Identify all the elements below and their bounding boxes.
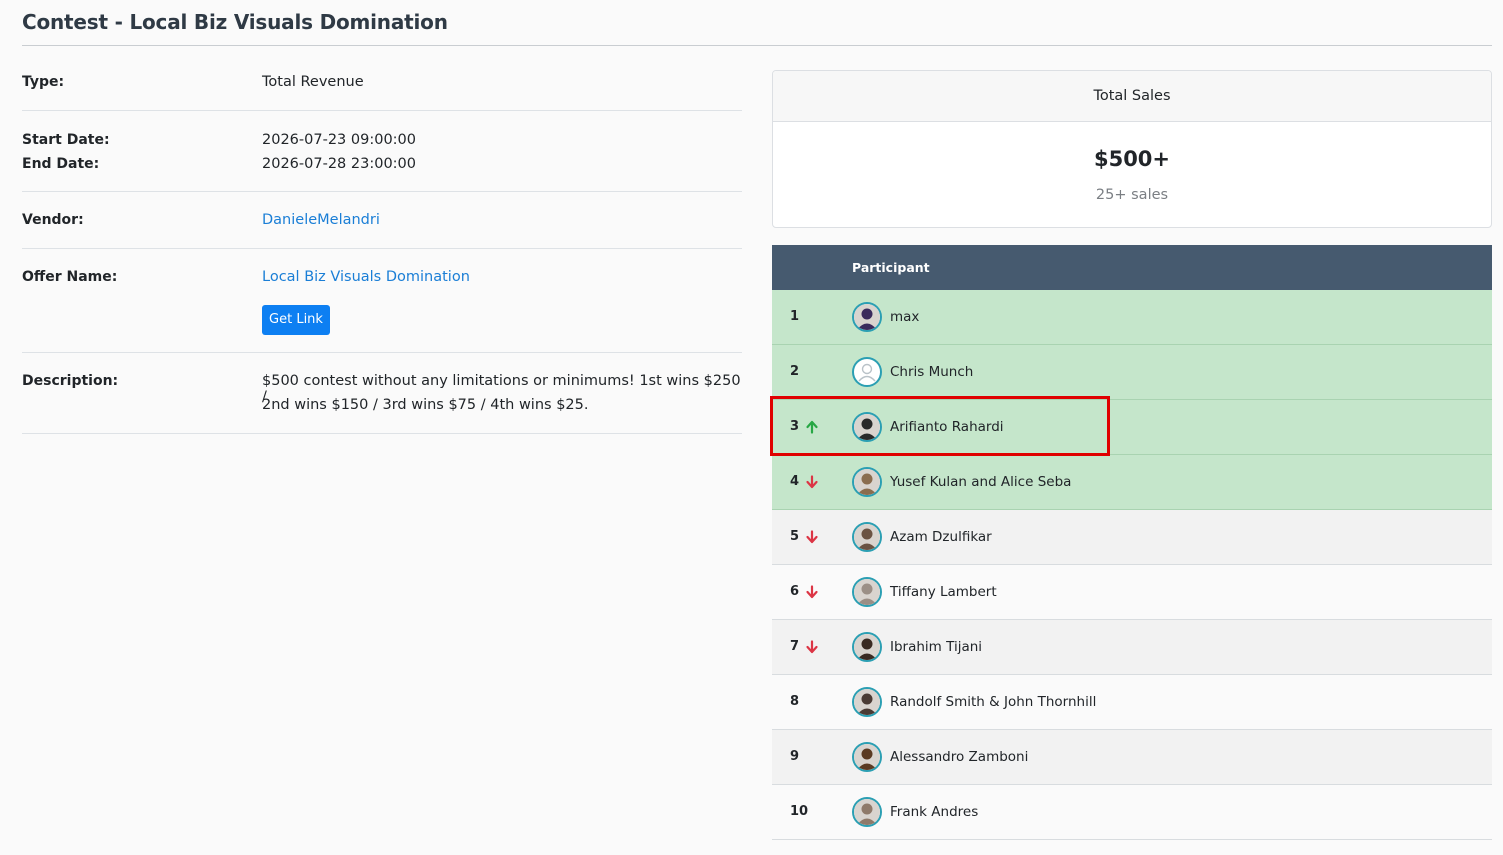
leaderboard-table: Participant 1 max 2 Chris Munch 3 Arifianto R… — [772, 245, 1492, 840]
leaderboard-header: Participant — [772, 245, 1492, 290]
vendor-label: Vendor: — [22, 212, 84, 228]
table-row: 5 Azam Dzulfikar — [772, 510, 1492, 565]
arrow-down-icon — [806, 475, 818, 489]
type-label: Type: — [22, 74, 65, 90]
participant-name: Azam Dzulfikar — [890, 529, 992, 545]
table-row: 4 Yusef Kulan and Alice Seba — [772, 455, 1492, 510]
total-sales-header: Total Sales — [773, 71, 1491, 122]
participant-name: Tiffany Lambert — [890, 584, 997, 600]
participant-name: Frank Andres — [890, 804, 979, 820]
rank-number: 2 — [790, 364, 800, 379]
detail-row-vendor: Vendor: DanieleMelandri — [22, 192, 742, 249]
rank-number: 1 — [790, 309, 800, 324]
avatar — [852, 467, 882, 497]
contest-details: Type: Total Revenue Start Date: 2026-07-… — [22, 56, 742, 434]
rank-number: 10 — [790, 804, 809, 819]
description-line-2: 2nd wins $150 / 3rd wins $75 / 4th wins … — [262, 397, 589, 413]
table-row: 9 Alessandro Zamboni — [772, 730, 1492, 785]
rank-number: 4 — [790, 474, 800, 489]
table-row: 3 Arifianto Rahardi — [772, 400, 1492, 455]
total-sales-count: 25+ sales — [1095, 187, 1169, 203]
participant-name: Alessandro Zamboni — [890, 749, 1029, 765]
total-sales-card: Total Sales $500+ 25+ sales — [772, 70, 1492, 228]
end-date-label: End Date: — [22, 156, 100, 172]
arrow-down-icon — [806, 530, 818, 544]
detail-row-offer: Offer Name: Local Biz Visuals Domination… — [22, 249, 742, 353]
participant-name: Randolf Smith & John Thornhill — [890, 694, 1097, 710]
offer-name-link[interactable]: Local Biz Visuals Domination — [262, 269, 470, 285]
vendor-link[interactable]: DanieleMelandri — [262, 212, 380, 228]
participant-name: max — [890, 309, 920, 325]
page-title: Contest - Local Biz Visuals Domination — [22, 10, 448, 34]
rank-number: 6 — [790, 584, 800, 599]
start-date-value: 2026-07-23 09:00:00 — [262, 132, 416, 148]
total-sales-amount: $500+ — [1093, 147, 1171, 171]
table-row: 8 Randolf Smith & John Thornhill — [772, 675, 1492, 730]
table-row: 2 Chris Munch — [772, 345, 1492, 400]
rank-number: 3 — [790, 419, 800, 434]
start-date-label: Start Date: — [22, 132, 110, 148]
arrow-down-icon — [806, 585, 818, 599]
arrow-down-icon — [806, 640, 818, 654]
rank-number: 8 — [790, 694, 800, 709]
rank-number: 9 — [790, 749, 800, 764]
table-row: 6 Tiffany Lambert — [772, 565, 1492, 620]
avatar — [852, 687, 882, 717]
detail-row-description: Description: $500 contest without any li… — [22, 353, 742, 434]
table-row: 10 Frank Andres — [772, 785, 1492, 840]
rank-number: 7 — [790, 639, 800, 654]
title-divider — [22, 45, 1492, 46]
rank-number: 5 — [790, 529, 800, 544]
participant-name: Arifianto Rahardi — [890, 419, 1004, 435]
detail-row-type: Type: Total Revenue — [22, 56, 742, 111]
participant-name: Ibrahim Tijani — [890, 639, 983, 655]
type-value: Total Revenue — [262, 74, 364, 90]
end-date-value: 2026-07-28 23:00:00 — [262, 156, 416, 172]
avatar — [852, 302, 882, 332]
leaderboard-rows: 1 max 2 Chris Munch 3 Arifianto Rahardi 4 Yusef… — [772, 290, 1492, 840]
participant-name: Yusef Kulan and Alice Seba — [890, 474, 1072, 490]
avatar — [852, 797, 882, 827]
avatar — [852, 742, 882, 772]
arrow-up-icon — [806, 420, 818, 434]
participant-column-header: Participant — [852, 260, 930, 275]
avatar — [852, 357, 882, 387]
avatar — [852, 412, 882, 442]
participant-name: Chris Munch — [890, 364, 974, 380]
table-row: 7 Ibrahim Tijani — [772, 620, 1492, 675]
detail-row-dates: Start Date: 2026-07-23 09:00:00 End Date… — [22, 111, 742, 192]
description-label: Description: — [22, 373, 119, 389]
avatar — [852, 632, 882, 662]
get-link-button[interactable]: Get Link — [262, 305, 330, 335]
avatar — [852, 522, 882, 552]
avatar — [852, 577, 882, 607]
table-row: 1 max — [772, 290, 1492, 345]
offer-name-label: Offer Name: — [22, 269, 118, 285]
contest-page: Contest - Local Biz Visuals Domination T… — [0, 0, 1503, 855]
